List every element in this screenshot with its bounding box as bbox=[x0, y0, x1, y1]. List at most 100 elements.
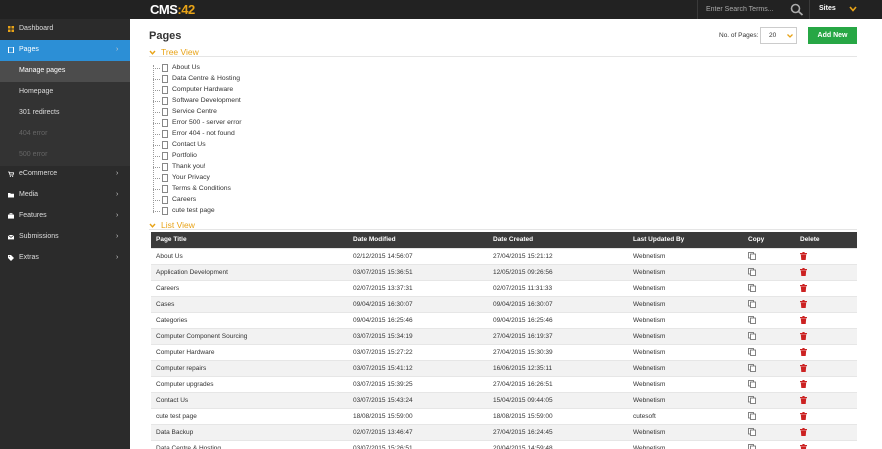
sidebar-item-features[interactable]: Features › bbox=[0, 206, 130, 227]
cell-page-title[interactable]: Data Backup bbox=[151, 423, 348, 440]
table-row[interactable]: Contact Us 03/07/2015 15:43:24 15/04/2015 … bbox=[151, 391, 857, 408]
tree-item[interactable]: Error 500 - server error bbox=[152, 118, 352, 129]
cell-page-title[interactable]: Computer Hardware bbox=[151, 343, 348, 360]
trash-icon[interactable] bbox=[800, 284, 807, 292]
add-new-button[interactable]: Add New bbox=[808, 27, 857, 44]
cell-page-title[interactable]: cute test page bbox=[151, 407, 348, 424]
page-icon bbox=[8, 47, 14, 53]
trash-icon[interactable] bbox=[800, 364, 807, 372]
trash-icon[interactable] bbox=[800, 300, 807, 308]
table-row[interactable]: About Us 02/12/2015 14:56:07 27/04/2015 15… bbox=[151, 247, 857, 264]
copy-icon[interactable] bbox=[748, 332, 756, 340]
column-header-page-title[interactable]: Page Title bbox=[151, 232, 348, 248]
tree-item[interactable]: Error 404 - not found bbox=[152, 129, 352, 140]
logo[interactable]: CMS:42 bbox=[150, 2, 195, 17]
cell-page-title[interactable]: Careers bbox=[151, 279, 348, 296]
tree-item[interactable]: Computer Hardware bbox=[152, 85, 352, 96]
trash-icon[interactable] bbox=[800, 396, 807, 404]
cell-page-title[interactable]: Data Centre & Hosting bbox=[151, 439, 348, 449]
sidebar-item-dashboard[interactable]: Dashboard bbox=[0, 19, 130, 40]
tree-item[interactable]: Service Centre bbox=[152, 107, 352, 118]
column-header-date-modified[interactable]: Date Modified bbox=[348, 232, 488, 248]
trash-icon[interactable] bbox=[800, 332, 807, 340]
cell-page-title[interactable]: Computer upgrades bbox=[151, 375, 348, 392]
tree-item[interactable]: Thank you! bbox=[152, 162, 352, 173]
copy-icon[interactable] bbox=[748, 396, 756, 404]
cell-delete bbox=[795, 391, 857, 408]
tree-item[interactable]: cute test page bbox=[152, 206, 352, 217]
tree-item[interactable]: Your Privacy bbox=[152, 173, 352, 184]
document-icon bbox=[162, 64, 168, 72]
trash-icon[interactable] bbox=[800, 252, 807, 260]
table-row[interactable]: Cases 09/04/2015 16:30:07 09/04/2015 16:30… bbox=[151, 295, 857, 312]
cell-date-modified: 03/07/2015 15:26:51 bbox=[348, 439, 488, 449]
tree-item[interactable]: About Us bbox=[152, 63, 352, 74]
page-count-select[interactable]: 20 bbox=[760, 27, 797, 44]
copy-icon[interactable] bbox=[748, 428, 756, 436]
trash-icon[interactable] bbox=[800, 412, 807, 420]
sidebar-item-ecommerce[interactable]: eCommerce › bbox=[0, 164, 130, 185]
cell-page-title[interactable]: Contact Us bbox=[151, 391, 348, 408]
trash-icon[interactable] bbox=[800, 268, 807, 276]
document-icon bbox=[162, 196, 168, 204]
sidebar-item-submissions[interactable]: Submissions › bbox=[0, 227, 130, 248]
tree-item-label: Error 500 - server error bbox=[172, 119, 242, 126]
sidebar-subitem-homepage[interactable]: Homepage bbox=[0, 82, 130, 103]
table-row[interactable]: cute test page 18/08/2015 15:59:00 18/08/2… bbox=[151, 407, 857, 424]
table-row[interactable]: Application Development 03/07/2015 15:36:… bbox=[151, 263, 857, 280]
copy-icon[interactable] bbox=[748, 380, 756, 388]
trash-icon[interactable] bbox=[800, 316, 807, 324]
search-input[interactable] bbox=[706, 4, 786, 15]
cell-last-updated-by: Webnetism bbox=[628, 359, 743, 376]
table-row[interactable]: Computer repairs 03/07/2015 15:41:12 16/06… bbox=[151, 359, 857, 376]
table-row[interactable]: Categories 09/04/2015 16:25:46 09/04/2015 … bbox=[151, 311, 857, 328]
cell-page-title[interactable]: Computer repairs bbox=[151, 359, 348, 376]
trash-icon[interactable] bbox=[800, 444, 807, 449]
sidebar-item-extras[interactable]: Extras › bbox=[0, 248, 130, 269]
sidebar-item-media[interactable]: Media › bbox=[0, 185, 130, 206]
trash-icon[interactable] bbox=[800, 428, 807, 436]
copy-icon[interactable] bbox=[748, 300, 756, 308]
cell-page-title[interactable]: About Us bbox=[151, 247, 348, 264]
table-row[interactable]: Data Centre & Hosting 03/07/2015 15:26:51… bbox=[151, 439, 857, 449]
sidebar-subitem-manage-pages[interactable]: Manage pages bbox=[0, 61, 130, 82]
copy-icon[interactable] bbox=[748, 252, 756, 260]
cell-page-title[interactable]: Cases bbox=[151, 295, 348, 312]
table-row[interactable]: Computer Hardware 03/07/2015 15:27:22 27/0… bbox=[151, 343, 857, 360]
copy-icon[interactable] bbox=[748, 364, 756, 372]
tree-item[interactable]: Contact Us bbox=[152, 140, 352, 151]
column-header-last-updated-by[interactable]: Last Updated By bbox=[628, 232, 743, 248]
cell-page-title[interactable]: Computer Component Sourcing bbox=[151, 327, 348, 344]
sidebar-item-pages[interactable]: Pages › bbox=[0, 40, 130, 61]
copy-icon[interactable] bbox=[748, 316, 756, 324]
tree-item[interactable]: Careers bbox=[152, 195, 352, 206]
sites-menu[interactable]: Sites bbox=[809, 0, 882, 19]
cell-date-modified: 03/07/2015 15:36:51 bbox=[348, 263, 488, 280]
document-icon bbox=[162, 152, 168, 160]
cell-delete bbox=[795, 375, 857, 392]
copy-icon[interactable] bbox=[748, 412, 756, 420]
cell-page-title[interactable]: Application Development bbox=[151, 263, 348, 280]
trash-icon[interactable] bbox=[800, 348, 807, 356]
column-header-date-created[interactable]: Date Created bbox=[488, 232, 628, 248]
search-icon[interactable] bbox=[790, 3, 804, 16]
table-row[interactable]: Careers 02/07/2015 13:37:31 02/07/2015 11:… bbox=[151, 279, 857, 296]
table-row[interactable]: Data Backup 02/07/2015 13:46:47 27/04/2015… bbox=[151, 423, 857, 440]
cell-page-title[interactable]: Categories bbox=[151, 311, 348, 328]
table-row[interactable]: Computer upgrades 03/07/2015 15:39:25 27/0… bbox=[151, 375, 857, 392]
cell-date-modified: 02/07/2015 13:37:31 bbox=[348, 279, 488, 296]
table-row[interactable]: Computer Component Sourcing 03/07/2015 15… bbox=[151, 327, 857, 344]
trash-icon[interactable] bbox=[800, 380, 807, 388]
copy-icon[interactable] bbox=[748, 284, 756, 292]
tree-item[interactable]: Software Development bbox=[152, 96, 352, 107]
copy-icon[interactable] bbox=[748, 348, 756, 356]
sidebar-subitem-301-redirects[interactable]: 301 redirects bbox=[0, 103, 130, 124]
tree-item[interactable]: Terms & Conditions bbox=[152, 184, 352, 195]
tree-item-label: Thank you! bbox=[172, 163, 206, 170]
document-icon bbox=[162, 163, 168, 171]
cell-date-created: 27/04/2015 15:30:39 bbox=[488, 343, 628, 360]
copy-icon[interactable] bbox=[748, 268, 756, 276]
tree-item[interactable]: Data Centre & Hosting bbox=[152, 74, 352, 85]
copy-icon[interactable] bbox=[748, 444, 756, 449]
tree-item[interactable]: Portfolio bbox=[152, 151, 352, 162]
